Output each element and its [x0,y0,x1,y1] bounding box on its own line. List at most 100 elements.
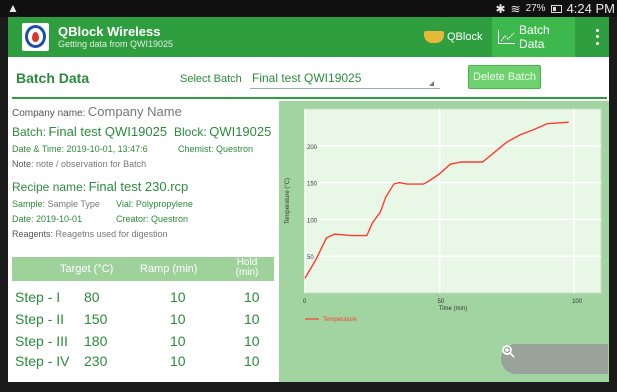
batch-label: Batch: [12,125,47,139]
page-title: Batch Data [16,70,90,86]
note-value: note / observation for Batch [36,159,147,169]
zoom-out-icon[interactable] [502,345,563,368]
step-ramp: 10 [170,333,186,349]
step-hold: 10 [244,311,260,327]
tab-batch-data[interactable]: Batch Data [492,17,575,57]
tab-batch-data-label: Batch Data [519,23,550,51]
recipe-row: Recipe name: Final test 230.rcp [12,179,188,194]
y-axis-label: Temperature (°C) [285,178,291,224]
app-title: QBlock Wireless [58,24,161,39]
recipe-value: Final test 230.rcp [88,179,189,194]
overflow-menu-icon[interactable] [592,27,602,47]
plot-area [304,108,602,294]
step-target: 80 [84,289,100,305]
block-row: Block: QWI19025 [174,124,271,139]
step-target: 150 [84,311,108,327]
chemist-value: Questron [216,144,254,154]
legend-label: Temperature [323,317,357,323]
battery-icon [550,4,562,13]
app-subtitle: Getting data from QWI19025 [58,39,174,49]
step-ramp: 10 [170,311,186,327]
qblock-icon [424,31,444,43]
block-value: QWI19025 [209,124,272,139]
step-ramp: 10 [170,289,186,305]
datetime-value: 2019-10-01, 13:47:6 [66,144,148,154]
note-row: Note: note / observation for Batch [12,159,146,169]
x-axis-label: Time (min) [439,306,467,312]
clock: 4:24 PM [566,1,615,16]
zoom-reset-icon[interactable] [502,345,595,368]
x-tick-label: 50 [438,299,445,305]
block-label: Block: [174,125,207,139]
batch-header: Batch Data Select Batch Final test QWI19… [8,57,609,98]
vial-value: Polypropylene [135,199,193,209]
status-icons: ✱ ≋ 27% 4:24 PM [495,1,615,16]
x-tick-label: 100 [572,299,583,305]
y-tick-label: 50 [307,255,314,261]
sample-label: Sample: [12,199,46,209]
reagents-label: Reagents: [12,229,54,239]
vial-label: Vial: [116,199,134,209]
chemist-label: Chemist: [178,144,214,154]
table-row: Step - I 80 10 10 [12,289,274,309]
step-name: Step - I [15,289,61,305]
select-batch-label: Select Batch [180,73,242,85]
divider [12,97,607,99]
steps-table: Target (°C) Ramp (min) Hold (min) Step -… [12,257,274,382]
y-tick-label: 200 [307,145,318,151]
vial-row: Vial: Polypropylene [116,199,193,209]
chart-svg: 50 100 150 200 0 50 100 Time (min) Temperature (… [285,108,602,323]
chemist-row: Chemist: Questron [178,144,253,154]
col-hold: Hold (min) [235,257,259,278]
batch-value: Final test QWI19025 [48,124,168,139]
delete-batch-button[interactable]: Delete Batch [468,65,541,89]
reagents-value: Reagetns used for digestion [55,229,168,239]
app-logo-icon [22,23,49,51]
step-hold: 10 [244,289,260,305]
col-target: Target (°C) [60,263,114,275]
step-name: Step - IV [15,353,70,369]
company-label: Company name: [12,108,86,119]
step-ramp: 10 [170,353,186,369]
temperature-chart[interactable]: 50 100 150 200 0 50 100 Time (min) Temperature (… [279,101,609,382]
datetime-label: Date & Time: [12,144,65,154]
step-hold: 10 [244,333,260,349]
zoom-in-icon[interactable] [502,345,532,368]
app-bar: QBlock Wireless Getting data from QWI190… [8,17,609,57]
step-name: Step - III [15,333,68,349]
tab-qblock[interactable]: QBlock [420,17,492,57]
main-content: Batch Data Select Batch Final test QWI19… [8,57,609,382]
sample-row: Sample: Sample Type [12,199,100,209]
zoom-controls [501,344,608,374]
x-tick-label: 0 [303,299,307,305]
col-ramp: Ramp (min) [140,263,198,275]
bluetooth-icon: ✱ [495,1,506,16]
line-chart-icon [498,30,516,44]
step-target: 230 [84,353,108,369]
step-target: 180 [84,333,108,349]
batch-row: Batch: Final test QWI19025 [12,124,167,139]
note-label: Note: [12,159,34,169]
sample-value: Sample Type [47,199,100,209]
table-row: Step - IV 230 10 10 [12,353,274,373]
wifi-icon: ≋ [510,1,521,16]
status-bar: ▲ ✱ ≋ 27% 4:24 PM [0,0,617,17]
recipe-label: Recipe name: [12,180,87,194]
batch-select[interactable]: Final test QWI19025 [250,69,440,89]
battery-percent: 27% [525,3,546,14]
reagents-row: Reagents: Reagetns used for digestion [12,229,168,239]
company-value: Company Name [87,104,182,119]
step-hold: 10 [244,353,260,369]
y-tick-label: 100 [307,218,318,224]
table-row: Step - III 180 10 10 [12,333,274,353]
table-row: Step - II 150 10 10 [12,311,274,331]
y-tick-label: 150 [307,182,318,188]
warning-icon: ▲ [7,1,19,15]
tab-qblock-label: QBlock [447,31,483,43]
date-row: Date: 2019-10-01 [12,214,82,224]
step-name: Step - II [15,311,65,327]
steps-table-header: Target (°C) Ramp (min) Hold (min) [12,257,274,281]
creator-label: Creator: [116,214,149,224]
datetime-row: Date & Time: 2019-10-01, 13:47:6 [12,144,148,154]
creator-row: Creator: Questron [116,214,188,224]
